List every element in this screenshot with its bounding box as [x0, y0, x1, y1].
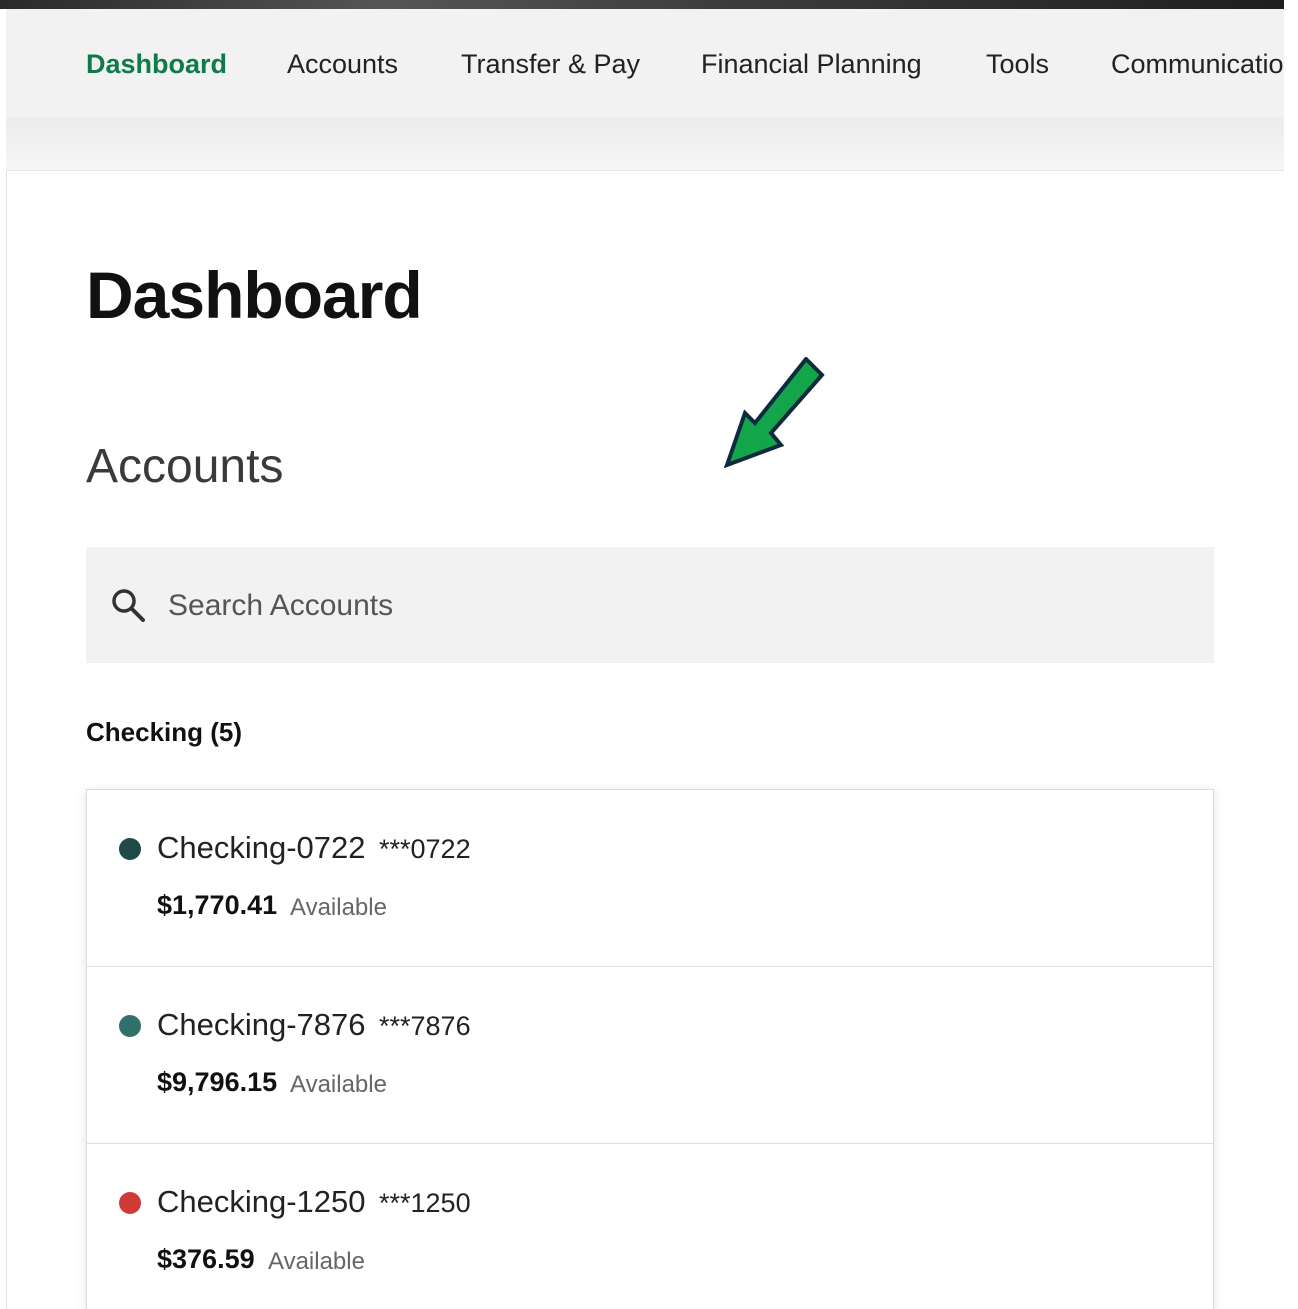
account-name: Checking-0722 — [157, 830, 366, 865]
search-input[interactable] — [166, 583, 1190, 629]
page-title: Dashboard — [86, 258, 423, 332]
account-mask: ***1250 — [379, 1188, 471, 1218]
search-accounts-box[interactable] — [86, 547, 1214, 663]
app-window: Dashboard Accounts Transfer & Pay Financ… — [0, 0, 1298, 1309]
window-top-edge — [0, 0, 1284, 9]
nav-item-financial-planning[interactable]: Financial Planning — [701, 49, 922, 80]
account-balance: $376.59 — [157, 1244, 255, 1274]
accounts-section-title: Accounts — [86, 440, 284, 493]
checking-group-label: Checking (5) — [86, 717, 243, 747]
green-arrow-annotation-icon — [723, 357, 825, 469]
checking-accounts-list: Checking-0722 ***0722 $1,770.41 Availabl… — [86, 789, 1214, 1309]
account-name: Checking-1250 — [157, 1184, 366, 1219]
account-mask: ***0722 — [379, 834, 471, 864]
nav-item-dashboard[interactable]: Dashboard — [86, 49, 227, 80]
account-mask: ***7876 — [379, 1011, 471, 1041]
search-icon — [112, 589, 145, 622]
nav-item-accounts[interactable]: Accounts — [287, 49, 398, 80]
main-nav: Dashboard Accounts Transfer & Pay Financ… — [6, 9, 1284, 118]
account-status-dot — [119, 1015, 141, 1037]
account-row-checking-0722[interactable]: Checking-0722 ***0722 $1,770.41 Availabl… — [87, 790, 1213, 967]
available-label: Available — [290, 894, 387, 921]
nav-item-tools[interactable]: Tools — [986, 49, 1049, 80]
account-row-checking-7876[interactable]: Checking-7876 ***7876 $9,796.15 Availabl… — [87, 967, 1213, 1144]
account-status-dot — [119, 1192, 141, 1214]
account-row-checking-1250[interactable]: Checking-1250 ***1250 $376.59 Available — [87, 1144, 1213, 1309]
account-balance: $9,796.15 — [157, 1067, 278, 1097]
available-label: Available — [268, 1248, 365, 1275]
available-label: Available — [290, 1071, 387, 1098]
account-name: Checking-7876 — [157, 1007, 366, 1042]
sub-nav-bar — [6, 118, 1284, 170]
nav-item-communications[interactable]: Communicatio — [1111, 49, 1284, 80]
account-status-dot — [119, 838, 141, 860]
window-right-edge — [1284, 0, 1298, 1309]
main-content: Dashboard Accounts Checking (5) Checking… — [6, 170, 1285, 1309]
account-balance: $1,770.41 — [157, 890, 278, 920]
nav-item-transfer-pay[interactable]: Transfer & Pay — [461, 49, 640, 80]
